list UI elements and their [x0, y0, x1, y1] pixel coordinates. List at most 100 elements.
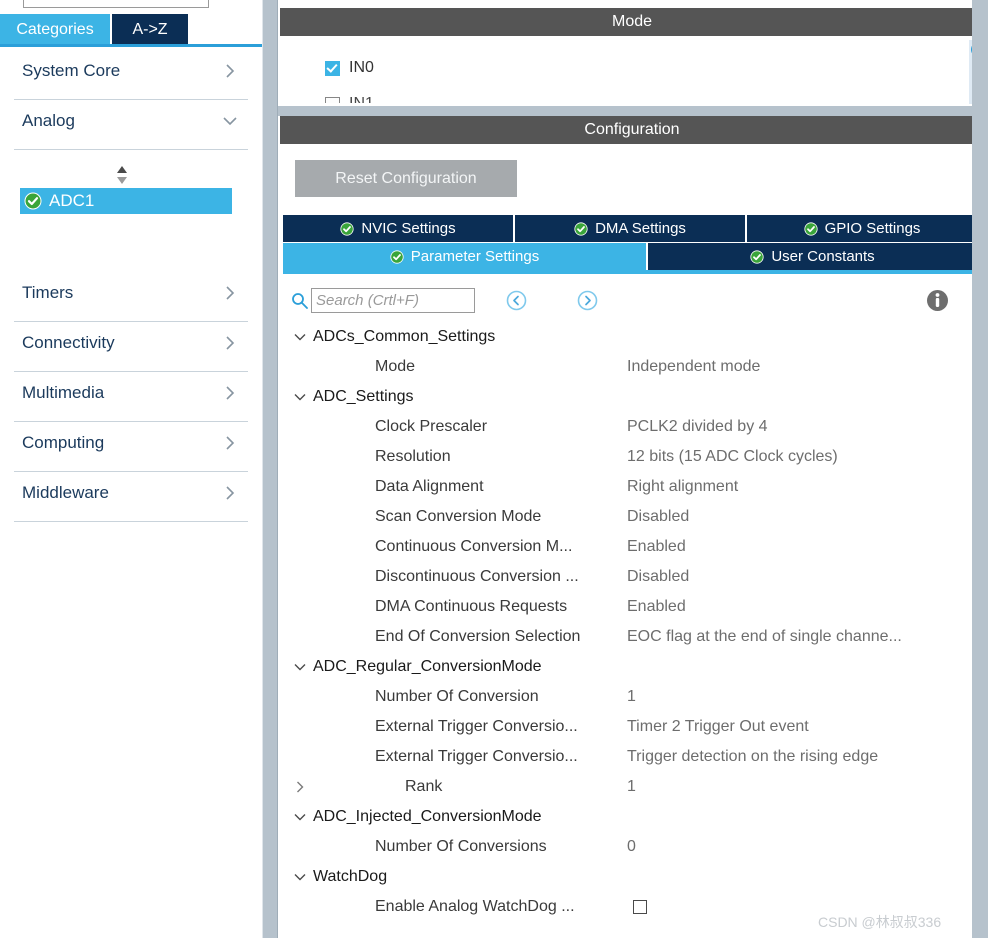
- sidebar-item-connectivity[interactable]: Connectivity: [14, 322, 248, 372]
- search-previous-icon[interactable]: [506, 290, 527, 311]
- sidebar-item-analog[interactable]: Analog: [14, 100, 248, 150]
- sidebar-item-label: Timers: [22, 283, 74, 302]
- param-value[interactable]: Timer 2 Trigger Out event: [627, 712, 809, 742]
- table-row[interactable]: Data Alignment Right alignment: [280, 472, 984, 502]
- sidebar-item-label: ADC1: [49, 191, 95, 210]
- table-row[interactable]: DMA Continuous Requests Enabled: [280, 592, 984, 622]
- param-value[interactable]: EOC flag at the end of single channe...: [627, 622, 902, 652]
- param-value[interactable]: 12 bits (15 ADC Clock cycles): [627, 442, 838, 472]
- param-value[interactable]: 1: [627, 682, 636, 712]
- param-label: End Of Conversion Selection: [375, 628, 581, 645]
- chevron-right-icon: [222, 485, 238, 501]
- tree-group-row[interactable]: WatchDog: [280, 862, 984, 892]
- status-check-icon: [574, 221, 588, 236]
- param-value[interactable]: 1: [627, 772, 636, 802]
- table-row[interactable]: End Of Conversion Selection EOC flag at …: [280, 622, 984, 652]
- param-value[interactable]: PCLK2 divided by 4: [627, 412, 768, 442]
- sidebar-item-computing[interactable]: Computing: [14, 422, 248, 472]
- reset-configuration-button[interactable]: Reset Configuration: [295, 160, 517, 197]
- mode-channel-in0[interactable]: IN0: [325, 59, 374, 77]
- tree-group-label: ADCs_Common_Settings: [313, 328, 496, 345]
- table-row[interactable]: External Trigger Conversio... Timer 2 Tr…: [280, 712, 984, 742]
- param-label: External Trigger Conversio...: [375, 748, 578, 765]
- chevron-right-icon: [222, 63, 238, 79]
- tab-user-constants[interactable]: User Constants: [648, 243, 977, 270]
- chevron-down-icon[interactable]: [293, 810, 307, 824]
- chevron-down-icon[interactable]: [293, 660, 307, 674]
- tab-nvic-settings[interactable]: NVIC Settings: [283, 215, 515, 242]
- checkbox-in1[interactable]: [325, 96, 340, 103]
- tree-group-row[interactable]: ADC_Settings: [280, 382, 984, 412]
- param-value[interactable]: Disabled: [627, 502, 689, 532]
- param-value[interactable]: Enabled: [627, 532, 686, 562]
- tree-group-row[interactable]: ADCs_Common_Settings: [280, 322, 984, 352]
- chevron-down-icon[interactable]: [293, 870, 307, 884]
- sidebar-item-label: Multimedia: [22, 383, 105, 402]
- tree-group-row[interactable]: ADC_Regular_ConversionMode: [280, 652, 984, 682]
- table-row[interactable]: Mode Independent mode: [280, 352, 984, 382]
- parameter-search-toolbar: [280, 284, 984, 320]
- parameter-search-input[interactable]: [311, 288, 475, 313]
- table-row[interactable]: Number Of Conversions 0: [280, 832, 984, 862]
- tab-a-to-z[interactable]: A->Z: [112, 14, 188, 46]
- tab-categories[interactable]: Categories: [0, 14, 110, 46]
- param-value[interactable]: Trigger detection on the rising edge: [627, 742, 878, 772]
- search-next-icon[interactable]: [577, 290, 598, 311]
- parameter-tree[interactable]: ADCs_Common_Settings Mode Independent mo…: [280, 322, 984, 938]
- chevron-down-icon[interactable]: [293, 330, 307, 344]
- param-value[interactable]: Disabled: [627, 562, 689, 592]
- param-label: Mode: [375, 358, 416, 375]
- mode-channel-label: IN0: [349, 59, 374, 76]
- sidebar-item-multimedia[interactable]: Multimedia: [14, 372, 248, 422]
- checkbox-enable-analog-watchdog[interactable]: [633, 900, 647, 914]
- tab-label: DMA Settings: [595, 220, 686, 237]
- param-label: Clock Prescaler: [375, 418, 488, 435]
- param-label: Scan Conversion Mode: [375, 508, 542, 525]
- info-icon[interactable]: [926, 289, 949, 312]
- tree-group-label: ADC_Settings: [313, 388, 414, 405]
- tree-group-row[interactable]: ADC_Injected_ConversionMode: [280, 802, 984, 832]
- sidebar-item-label: Computing: [22, 433, 105, 452]
- component-search-input[interactable]: [23, 0, 209, 8]
- table-row-rank[interactable]: Rank 1: [280, 772, 984, 802]
- sidebar-item-timers[interactable]: Timers: [14, 272, 248, 322]
- status-check-icon: [803, 221, 818, 236]
- panel-splitter[interactable]: [262, 0, 278, 938]
- mode-channel-in1[interactable]: IN1: [325, 95, 374, 103]
- table-row[interactable]: External Trigger Conversio... Trigger de…: [280, 742, 984, 772]
- tab-dma-settings[interactable]: DMA Settings: [515, 215, 747, 242]
- sidebar-item-middleware[interactable]: Middleware: [14, 472, 248, 522]
- table-row[interactable]: Resolution 12 bits (15 ADC Clock cycles): [280, 442, 984, 472]
- tree-group-label: ADC_Injected_ConversionMode: [313, 808, 542, 825]
- table-row[interactable]: Clock Prescaler PCLK2 divided by 4: [280, 412, 984, 442]
- chevron-right-icon[interactable]: [293, 780, 307, 794]
- param-value[interactable]: Independent mode: [627, 352, 760, 382]
- param-label: Rank: [405, 778, 443, 795]
- table-row[interactable]: Scan Conversion Mode Disabled: [280, 502, 984, 532]
- chevron-down-icon: [222, 113, 238, 129]
- sidebar-item-adc1[interactable]: ADC1: [20, 188, 232, 214]
- section-divider: [278, 106, 988, 116]
- param-label: External Trigger Conversio...: [375, 718, 578, 735]
- param-value[interactable]: 0: [627, 832, 636, 862]
- param-value[interactable]: Enabled: [627, 592, 686, 622]
- chevron-down-icon[interactable]: [293, 390, 307, 404]
- param-label: Number Of Conversions: [375, 838, 547, 855]
- tab-gpio-settings[interactable]: GPIO Settings: [747, 215, 977, 242]
- param-label: Data Alignment: [375, 478, 484, 495]
- sidebar-item-label: System Core: [22, 61, 121, 80]
- tab-parameter-settings[interactable]: Parameter Settings: [283, 243, 648, 270]
- chevron-right-icon: [222, 435, 238, 451]
- configuration-section-header: Configuration: [280, 116, 984, 144]
- checkbox-in0[interactable]: [325, 60, 340, 76]
- table-row[interactable]: Discontinuous Conversion ... Disabled: [280, 562, 984, 592]
- table-row[interactable]: Continuous Conversion M... Enabled: [280, 532, 984, 562]
- tree-group-label: ADC_Regular_ConversionMode: [313, 658, 542, 675]
- param-label: Discontinuous Conversion ...: [375, 568, 579, 585]
- scroll-up-down-spinner-icon[interactable]: [112, 164, 132, 186]
- param-value[interactable]: Right alignment: [627, 472, 738, 502]
- table-row[interactable]: Number Of Conversion 1: [280, 682, 984, 712]
- chevron-right-icon: [222, 285, 238, 301]
- watermark: CSDN @林叔叔336: [818, 914, 942, 930]
- sidebar-item-system-core[interactable]: System Core: [14, 50, 248, 100]
